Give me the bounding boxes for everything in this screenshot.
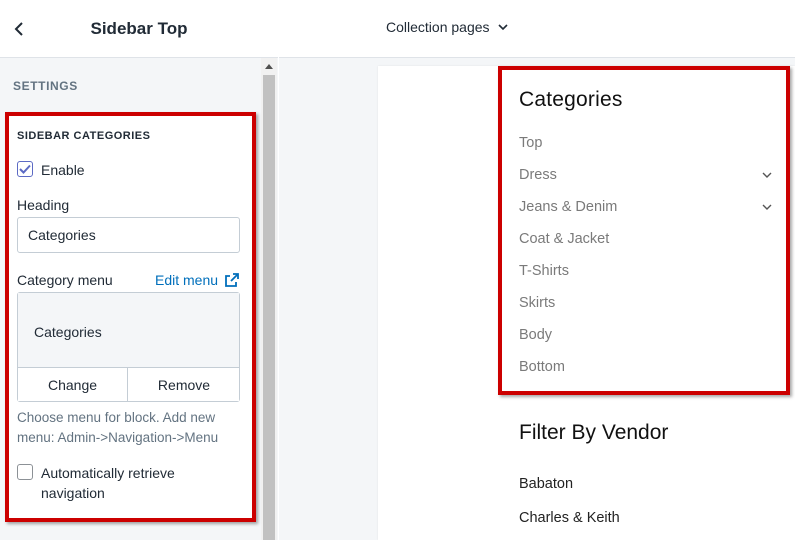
auto-retrieve-checkbox[interactable]: [17, 464, 33, 480]
scroll-up-arrow-icon: [265, 64, 273, 69]
heading-input[interactable]: [17, 217, 240, 253]
menu-help-text: Choose menu for block. Add new menu: Adm…: [17, 410, 219, 445]
category-menu-label: Category menu: [17, 272, 113, 288]
remove-menu-button[interactable]: Remove: [129, 368, 239, 401]
enable-label: Enable: [41, 162, 85, 178]
vendor-item[interactable]: Charles & Keith: [519, 510, 620, 526]
enable-checkbox[interactable]: [17, 161, 33, 177]
checkmark-icon: [19, 164, 31, 174]
settings-label: SETTINGS: [13, 79, 78, 93]
scroll-up-button[interactable]: [261, 58, 277, 74]
panel-title: Sidebar Top: [90, 19, 188, 38]
menu-picker: Categories Change Remove: [17, 292, 240, 402]
vendor-filter-title: Filter By Vendor: [519, 421, 669, 444]
change-menu-button[interactable]: Change: [18, 368, 128, 401]
chevron-down-icon[interactable]: [761, 201, 773, 213]
category-item[interactable]: Jeans & Denim: [519, 199, 617, 215]
category-item[interactable]: Body: [519, 327, 552, 343]
preview-top-bar: [279, 0, 795, 58]
page-type-label: Collection pages: [386, 19, 490, 35]
category-item[interactable]: Dress: [519, 167, 557, 183]
selected-menu-name: Categories: [34, 324, 102, 340]
panel-header: Sidebar Top: [0, 0, 278, 58]
category-item[interactable]: T-Shirts: [519, 263, 569, 279]
category-item[interactable]: Coat & Jacket: [519, 231, 609, 247]
category-item[interactable]: Top: [519, 135, 542, 151]
chevron-down-icon: [497, 23, 508, 30]
categories-title: Categories: [519, 88, 623, 111]
vendor-item[interactable]: Babaton: [519, 476, 573, 492]
section-heading: SIDEBAR CATEGORIES: [17, 130, 151, 142]
category-item[interactable]: Bottom: [519, 359, 565, 375]
heading-label: Heading: [17, 197, 70, 213]
external-link-icon[interactable]: [224, 272, 240, 288]
edit-menu-link[interactable]: Edit menu: [155, 272, 218, 288]
scrollbar-thumb[interactable]: [263, 75, 275, 540]
settings-scrollbar[interactable]: [261, 58, 277, 540]
chevron-down-icon[interactable]: [761, 169, 773, 181]
category-item[interactable]: Skirts: [519, 295, 555, 311]
selected-menu-area: Categories: [18, 293, 239, 368]
page-type-selector[interactable]: Collection pages: [386, 19, 508, 35]
storefront-preview: [378, 66, 795, 540]
auto-retrieve-label: Automatically retrieve navigation: [41, 465, 175, 501]
